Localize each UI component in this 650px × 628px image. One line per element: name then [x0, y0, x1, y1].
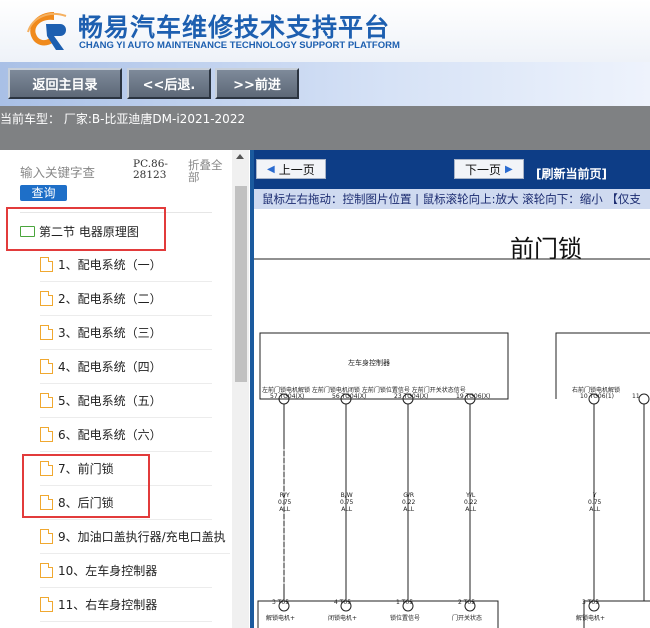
scroll-up-icon[interactable] [236, 154, 244, 159]
cy-logo-icon [27, 12, 67, 50]
tree-item-label: 6、配电系统（六） [58, 428, 162, 442]
pin-label: 57 TG04(X) [270, 393, 305, 400]
connector-label: 2 T05 [458, 599, 476, 606]
tree-item[interactable]: 6、配电系统（六） [40, 418, 212, 452]
tree-item-label: 10、左车身控制器 [58, 564, 158, 578]
tree-item-label: 9、加油口盖执行器/充电口盖执 [58, 530, 226, 544]
wiring-diagram[interactable]: 前门锁 左车身控制器 左前门锁电机解锁 左前门锁电机闭锁 左前门锁位置信号 左前… [254, 209, 650, 628]
left-module-label: 左车身控制器 [348, 359, 390, 367]
arrow-right-icon: ▶ [505, 163, 513, 175]
tree-item[interactable]: 11、右车身控制器 [40, 588, 212, 622]
home-button[interactable]: 返回主目录 [8, 68, 122, 99]
wire-label: G/R 0.22 ALL [402, 492, 416, 513]
wire-label: B/W 0.75 ALL [340, 492, 354, 513]
document-icon [40, 393, 53, 408]
platform-title: 畅易汽车维修技术支持平台 [78, 13, 391, 42]
tree-item-label: 11、右车身控制器 [58, 598, 158, 612]
connector-label: 4 T05 [334, 599, 352, 606]
pin-label: 10 TG06(1) [580, 393, 615, 400]
back-button[interactable]: <<后退. [127, 68, 211, 99]
connector-text: 闭锁电机+ [328, 615, 358, 622]
diagram-viewer: ◀ 上一页 下一页 ▶ [刷新当前页] 鼠标左右拖动：控制图片位置 | 鼠标滚轮… [250, 150, 650, 628]
tree-item[interactable]: 9、加油口盖执行器/充电口盖执 [40, 520, 230, 554]
collapse-all-button[interactable]: 折叠全部 [188, 159, 228, 183]
query-button[interactable]: 查询 [20, 185, 67, 201]
wire-label: R/Y 0.75 ALL [278, 492, 292, 513]
connector-text: 门开关状态 [452, 615, 483, 622]
refresh-page-link[interactable]: [刷新当前页] [536, 165, 607, 182]
sidebar: 输入关键字查 查询 PC.86-28123 折叠全部 第二节 电器原理图 1、配… [0, 150, 250, 628]
prev-page-label: 上一页 [278, 162, 315, 177]
connector-text: 锁位置信号 [390, 615, 421, 622]
current-vehicle-bar: 当前车型： 厂家:B-比亚迪唐DM-i2021-2022 [0, 106, 650, 150]
tree-item[interactable]: 5、配电系统（五） [40, 384, 212, 418]
tree-item-label: 2、配电系统（二） [58, 292, 162, 306]
document-icon [40, 257, 53, 272]
document-icon [40, 427, 53, 442]
document-icon [40, 325, 53, 340]
next-page-label: 下一页 [465, 162, 502, 177]
wire-label: Y/L 0.22 ALL [464, 492, 478, 513]
arrow-left-icon: ◀ [267, 163, 275, 175]
tree-item-label: 3、配电系统（三） [58, 326, 162, 340]
current-vehicle-text: 当前车型： 厂家:B-比亚迪唐DM-i2021-2022 [0, 112, 246, 126]
pin-label: 56 TG04(X) [332, 393, 367, 400]
scroll-thumb[interactable] [235, 186, 247, 382]
usage-hint: 鼠标左右拖动：控制图片位置 | 鼠标滚轮向上:放大 滚轮向下：缩小 【仅支 [254, 189, 650, 209]
connector-label: 3 T05 [582, 599, 600, 606]
connector-label: 3 T05 [272, 599, 290, 606]
tree-item[interactable]: 10、左车身控制器 [40, 554, 212, 588]
pin-label: 19 TG06(X) [456, 393, 491, 400]
highlight-box [22, 454, 150, 518]
next-page-button[interactable]: 下一页 ▶ [454, 159, 524, 179]
tree-item-label: 4、配电系统（四） [58, 360, 162, 374]
tree-item-label: 1、配电系统（一） [58, 258, 162, 272]
tree-item-label: 5、配电系统（五） [58, 394, 162, 408]
document-icon [40, 597, 53, 612]
pin-label: 23 TG04(X) [394, 393, 429, 400]
connector-text: 解锁电机+ [266, 615, 296, 622]
connector-text: 解锁电机+ [576, 615, 606, 622]
highlight-box [6, 207, 166, 251]
platform-subtitle: CHANG YI AUTO MAINTENANCE TECHNOLOGY SUP… [79, 40, 400, 51]
pin-label: 11 [632, 393, 640, 400]
document-icon [40, 529, 53, 544]
nav-bar: 返回主目录 <<后退. >>前进 [0, 62, 650, 106]
document-icon [40, 291, 53, 306]
tree-item[interactable]: 1、配电系统（一） [40, 248, 212, 282]
wiring-diagram-canvas [254, 258, 650, 628]
prev-page-button[interactable]: ◀ 上一页 [256, 159, 326, 179]
tree-item[interactable]: 3、配电系统（三） [40, 316, 212, 350]
connector-label: 1 T05 [396, 599, 414, 606]
search-input[interactable]: 输入关键字查 [20, 162, 95, 181]
wire-label: Y 0.75 ALL [588, 492, 602, 513]
document-icon [40, 359, 53, 374]
tree-item[interactable]: 4、配电系统（四） [40, 350, 212, 384]
app-header: 畅易汽车维修技术支持平台 CHANG YI AUTO MAINTENANCE T… [0, 0, 650, 62]
document-icon [40, 563, 53, 578]
search-area: 输入关键字查 查询 [20, 160, 130, 201]
sidebar-scrollbar[interactable] [232, 150, 249, 628]
tree-item[interactable]: 2、配电系统（二） [40, 282, 212, 316]
viewer-toolbar: ◀ 上一页 下一页 ▶ [刷新当前页] [254, 150, 650, 189]
forward-button[interactable]: >>前进 [215, 68, 299, 99]
pc-code: PC.86-28123 [133, 158, 168, 181]
